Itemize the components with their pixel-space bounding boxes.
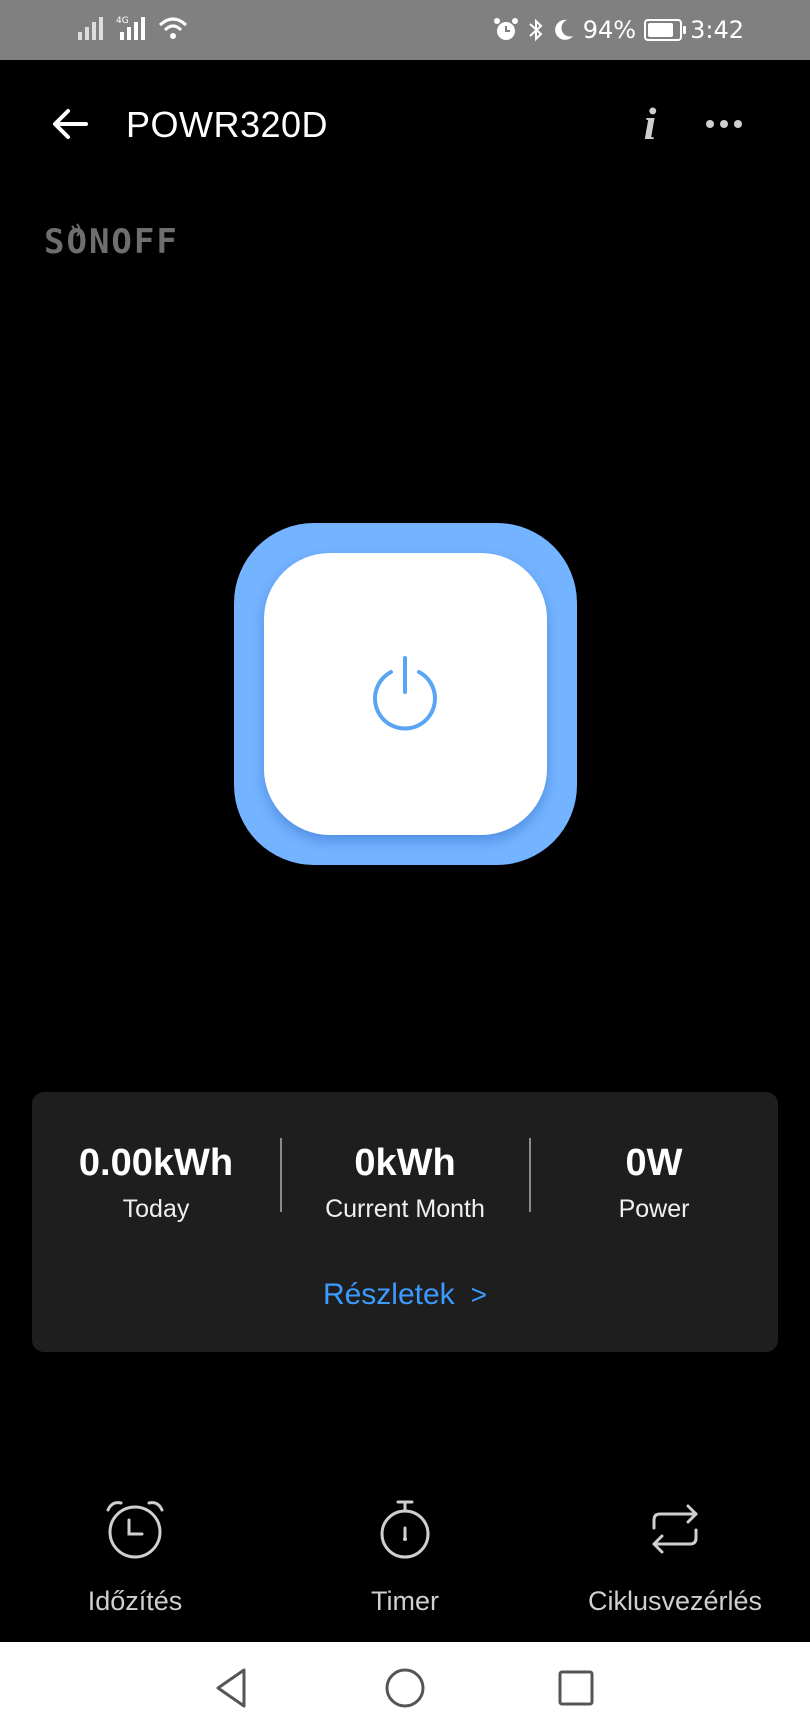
power-icon bbox=[373, 656, 437, 731]
chevron-right-icon: > bbox=[470, 1279, 488, 1310]
alarm-clock-icon bbox=[106, 1501, 164, 1559]
nav-home-icon[interactable] bbox=[379, 1662, 431, 1714]
details-link[interactable]: Részletek > bbox=[32, 1278, 778, 1312]
battery-percent: 94% bbox=[582, 16, 637, 44]
action-label: Időzítés bbox=[87, 1586, 183, 1616]
system-nav-bar bbox=[0, 1642, 810, 1734]
cycle-icon bbox=[652, 1504, 698, 1554]
signal-icon: 4G bbox=[116, 16, 145, 40]
power-button[interactable] bbox=[234, 523, 577, 865]
moon-icon bbox=[554, 19, 573, 40]
action-label: Timer bbox=[371, 1586, 439, 1616]
stat-label: Power bbox=[618, 1195, 690, 1223]
back-arrow-icon[interactable] bbox=[48, 102, 92, 146]
alarm-icon bbox=[493, 18, 518, 40]
stat-label: Today bbox=[122, 1195, 190, 1223]
clock: 3:42 bbox=[690, 16, 744, 44]
battery-fill bbox=[648, 23, 673, 37]
stat-label: Current Month bbox=[325, 1195, 485, 1223]
battery-icon bbox=[644, 19, 687, 41]
stat-power: 0W Power bbox=[530, 1142, 778, 1224]
stat-today: 0.00kWh Today bbox=[32, 1142, 280, 1224]
wifi-icon bbox=[158, 17, 188, 39]
bottom-actions: Időzítés Timer Ciklusvezérlés bbox=[0, 1480, 810, 1640]
svg-text:4G: 4G bbox=[116, 16, 129, 26]
action-cycle[interactable]: Ciklusvezérlés bbox=[540, 1480, 810, 1617]
energy-stats-card: 0.00kWh Today 0kWh Current Month 0W Powe… bbox=[32, 1092, 778, 1352]
status-right: 94% 3:42 bbox=[493, 14, 744, 46]
action-timer[interactable]: Timer bbox=[270, 1480, 540, 1617]
stat-value: 0.00kWh bbox=[78, 1142, 234, 1184]
power-button-face bbox=[264, 553, 547, 835]
nav-back-icon[interactable] bbox=[206, 1662, 258, 1714]
more-options-icon[interactable] bbox=[700, 106, 748, 142]
stat-current-month: 0kWh Current Month bbox=[281, 1142, 529, 1224]
bluetooth-icon bbox=[529, 18, 543, 42]
status-left: 4G bbox=[78, 14, 188, 40]
brand-logo: SONOFF bbox=[44, 222, 179, 262]
page-title: POWR320D bbox=[126, 104, 329, 145]
info-icon[interactable]: i bbox=[628, 98, 672, 150]
action-label: Ciklusvezérlés bbox=[587, 1586, 763, 1616]
nav-recents-icon[interactable] bbox=[550, 1662, 602, 1714]
wireless-waves-icon bbox=[71, 223, 81, 237]
stopwatch-icon bbox=[380, 1500, 430, 1559]
details-link-label: Részletek bbox=[322, 1278, 455, 1311]
signal-icon bbox=[78, 17, 103, 40]
stat-value: 0W bbox=[625, 1142, 683, 1184]
stat-value: 0kWh bbox=[354, 1142, 456, 1184]
action-schedule[interactable]: Időzítés bbox=[0, 1480, 270, 1617]
status-bar: 4G 94% 3:42 bbox=[0, 0, 810, 60]
app-header: POWR320D i bbox=[0, 60, 810, 190]
